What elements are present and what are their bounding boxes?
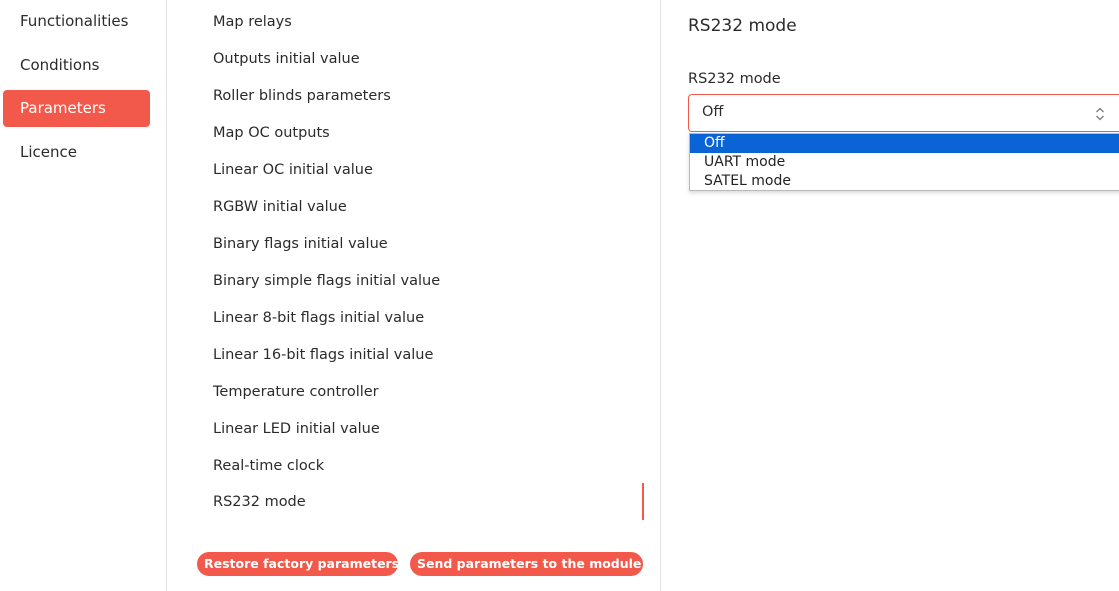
sidebar-item-licence[interactable]: Licence (3, 134, 150, 171)
send-parameters-button[interactable]: Send parameters to the module (410, 552, 643, 576)
sidebar-item-functionalities[interactable]: Functionalities (3, 3, 150, 40)
app-root: Functionalities Conditions Parameters Li… (0, 0, 1119, 591)
option-uart-mode[interactable]: UART mode (690, 153, 1119, 172)
select-updown-chevron-icon (1094, 106, 1106, 122)
param-item-roller-blinds-parameters[interactable]: Roller blinds parameters (213, 84, 391, 108)
parameters-list: Map relays Outputs initial value Roller … (168, 0, 661, 591)
option-off[interactable]: Off (690, 134, 1119, 153)
sidebar-item-conditions[interactable]: Conditions (3, 47, 150, 84)
param-item-rs232-mode[interactable]: RS232 mode (213, 490, 306, 514)
active-item-indicator (642, 483, 644, 520)
param-item-outputs-initial-value[interactable]: Outputs initial value (213, 47, 360, 71)
param-item-linear-led-initial-value[interactable]: Linear LED initial value (213, 417, 380, 441)
restore-factory-parameters-button[interactable]: Restore factory parameters (197, 552, 399, 576)
select-current-value: Off (702, 104, 724, 120)
param-item-linear-8bit-flags-initial-value[interactable]: Linear 8-bit flags initial value (213, 306, 424, 330)
sidebar: Functionalities Conditions Parameters Li… (0, 0, 167, 591)
param-item-binary-simple-flags-initial-value[interactable]: Binary simple flags initial value (213, 269, 440, 293)
sidebar-item-parameters[interactable]: Parameters (3, 90, 150, 127)
param-item-temperature-controller[interactable]: Temperature controller (213, 380, 379, 404)
param-item-binary-flags-initial-value[interactable]: Binary flags initial value (213, 232, 388, 256)
param-item-map-oc-outputs[interactable]: Map OC outputs (213, 121, 330, 145)
param-item-rgbw-initial-value[interactable]: RGBW initial value (213, 195, 347, 219)
rs232-mode-select[interactable]: Off (688, 94, 1119, 132)
settings-panel: RS232 mode RS232 mode Off Off UART mode … (662, 0, 1119, 591)
rs232-mode-label: RS232 mode (688, 71, 781, 87)
rs232-mode-dropdown: Off UART mode SATEL mode (689, 133, 1119, 191)
param-item-map-relays[interactable]: Map relays (213, 10, 292, 34)
param-item-linear-16bit-flags-initial-value[interactable]: Linear 16-bit flags initial value (213, 343, 433, 367)
panel-title: RS232 mode (688, 16, 797, 36)
param-item-real-time-clock[interactable]: Real-time clock (213, 454, 324, 478)
param-item-linear-oc-initial-value[interactable]: Linear OC initial value (213, 158, 373, 182)
option-satel-mode[interactable]: SATEL mode (690, 172, 1119, 191)
